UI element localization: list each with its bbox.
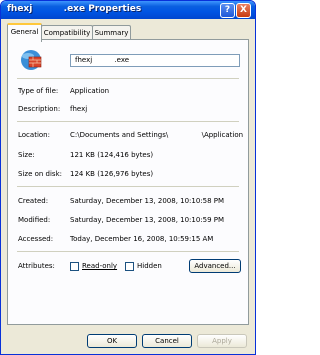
hidden-checkbox[interactable] xyxy=(125,262,134,271)
help-button[interactable]: ? xyxy=(220,3,235,18)
tab-general[interactable]: General xyxy=(7,23,42,42)
divider xyxy=(17,121,239,122)
type-label: Type of file: xyxy=(18,87,59,95)
attributes-label: Attributes: xyxy=(18,262,55,270)
divider xyxy=(17,78,239,79)
tab-compatibility[interactable]: Compatibility xyxy=(41,25,93,40)
created-value: Saturday, December 13, 2008, 10:10:58 PM xyxy=(70,197,225,205)
general-panel: fhexj .exe Type of file: Application Des… xyxy=(7,39,249,325)
file-name-field[interactable]: fhexj .exe xyxy=(70,54,240,67)
divider xyxy=(17,186,239,187)
created-label: Created: xyxy=(18,197,49,205)
apply-button: Apply xyxy=(197,334,247,348)
cancel-button[interactable]: Cancel xyxy=(142,334,192,348)
size-on-disk-label: Size on disk: xyxy=(18,170,62,178)
window-title: fhexj .exe Properties xyxy=(7,4,142,14)
description-label: Description: xyxy=(18,105,61,113)
location-value: C:\Documents and Settings\ \Application xyxy=(70,131,244,139)
accessed-label: Accessed: xyxy=(18,235,54,243)
readonly-checkbox[interactable] xyxy=(70,262,79,271)
modified-label: Modified: xyxy=(18,216,51,224)
ok-button[interactable]: OK xyxy=(87,334,137,348)
close-button[interactable]: X xyxy=(236,3,251,18)
type-value: Application xyxy=(70,87,110,95)
hidden-label[interactable]: Hidden xyxy=(137,262,162,270)
size-value: 121 KB (124,416 bytes) xyxy=(70,151,154,159)
readonly-label[interactable]: Read-only xyxy=(82,262,117,270)
description-value: fhexj xyxy=(70,105,88,113)
title-bar[interactable]: fhexj .exe Properties ? X xyxy=(1,1,255,19)
advanced-button[interactable]: Advanced... xyxy=(189,259,241,273)
location-label: Location: xyxy=(18,131,50,139)
properties-dialog: fhexj .exe Properties ? X General Compat… xyxy=(0,0,256,355)
accessed-value: Today, December 16, 2008, 10:59:15 AM xyxy=(70,235,214,243)
tab-summary[interactable]: Summary xyxy=(92,25,131,40)
divider xyxy=(17,251,239,252)
size-label: Size: xyxy=(18,151,35,159)
size-on-disk-value: 124 KB (126,976 bytes) xyxy=(70,170,154,178)
modified-value: Saturday, December 13, 2008, 10:10:59 PM xyxy=(70,216,225,224)
application-icon xyxy=(19,49,43,71)
